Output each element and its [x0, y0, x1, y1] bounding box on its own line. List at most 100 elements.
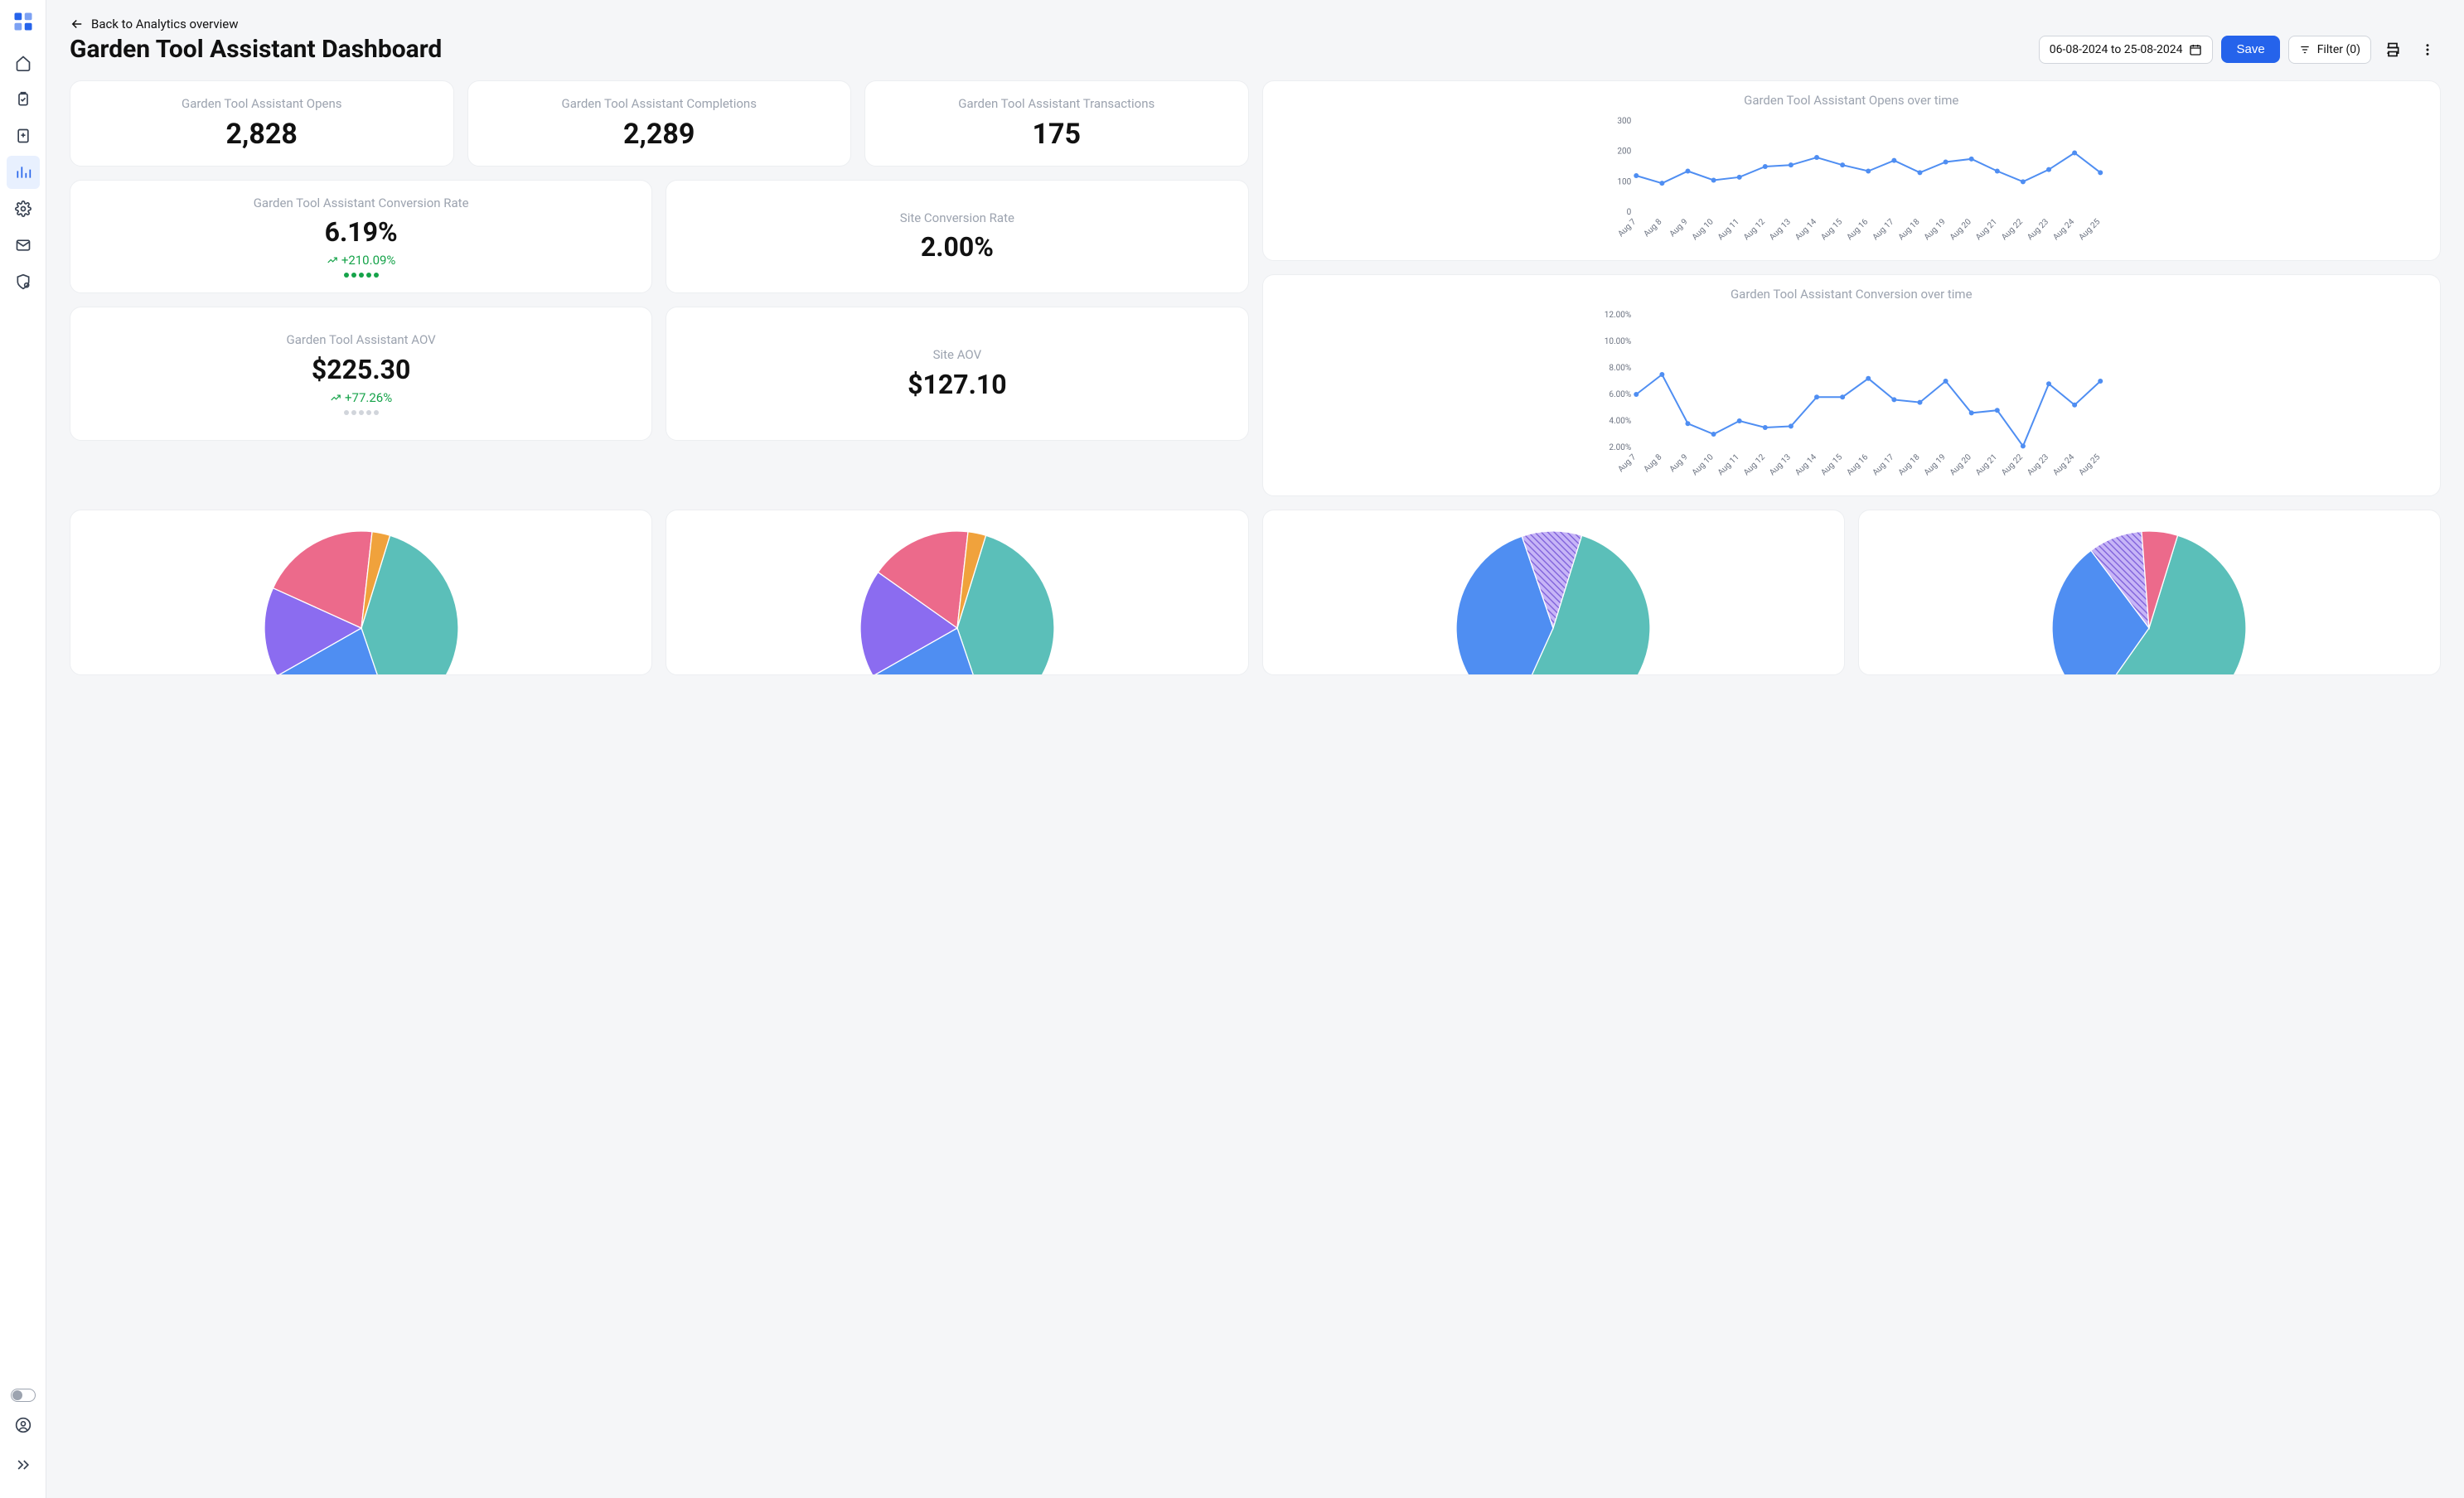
metric-value: 2,828 — [87, 118, 437, 151]
svg-text:Aug 7: Aug 7 — [1616, 217, 1638, 239]
line-chart-svg: 0100200300Aug 7Aug 8Aug 9Aug 10Aug 11Aug… — [1270, 113, 2434, 254]
svg-text:Aug 8: Aug 8 — [1642, 452, 1663, 474]
metric-value: 6.19% — [87, 216, 635, 248]
trend-up-icon — [330, 392, 341, 403]
svg-text:Aug 19: Aug 19 — [1922, 217, 1947, 242]
print-button[interactable] — [2379, 36, 2406, 63]
metric-value: 175 — [882, 118, 1232, 151]
pie-chart-svg — [1445, 520, 1661, 675]
sidebar-item-settings[interactable] — [7, 192, 40, 225]
svg-text:Aug 9: Aug 9 — [1668, 217, 1689, 239]
svg-text:Aug 11: Aug 11 — [1716, 217, 1740, 242]
svg-text:Aug 21: Aug 21 — [1973, 217, 1998, 242]
svg-text:Aug 24: Aug 24 — [2051, 217, 2076, 242]
sidebar-expand[interactable] — [7, 1448, 40, 1481]
svg-text:Aug 18: Aug 18 — [1896, 217, 1921, 242]
confidence-dots — [87, 410, 635, 415]
sidebar-item-clipboard[interactable] — [7, 83, 40, 116]
arrow-left-icon — [70, 17, 85, 31]
metric-opens: Garden Tool Assistant Opens 2,828 — [70, 80, 454, 167]
filter-button[interactable]: Filter (0) — [2288, 36, 2371, 64]
sidebar-item-add-report[interactable] — [7, 119, 40, 152]
metric-site-aov: Site AOV $127.10 — [666, 307, 1248, 441]
line-chart-svg: 2.00%4.00%6.00%8.00%10.00%12.00%Aug 7Aug… — [1270, 307, 2434, 489]
metric-label: Garden Tool Assistant Conversion Rate — [87, 196, 635, 212]
metric-label: Garden Tool Assistant Completions — [485, 96, 835, 113]
svg-text:Aug 22: Aug 22 — [2000, 217, 2025, 242]
svg-text:Aug 17: Aug 17 — [1871, 452, 1895, 477]
filter-icon — [2299, 44, 2311, 56]
main-content: Back to Analytics overview Garden Tool A… — [46, 0, 2464, 1498]
pie-chart-svg — [254, 520, 469, 675]
back-link-text: Back to Analytics overview — [91, 17, 238, 31]
metric-label: Site Conversion Rate — [683, 210, 1231, 227]
save-button[interactable]: Save — [2221, 36, 2279, 63]
calendar-icon — [2189, 43, 2202, 56]
metric-delta: +77.26% — [87, 390, 635, 405]
svg-text:Aug 10: Aug 10 — [1690, 217, 1715, 242]
svg-text:Aug 25: Aug 25 — [2077, 217, 2102, 242]
filter-label: Filter (0) — [2317, 43, 2360, 56]
svg-text:12.00%: 12.00% — [1604, 311, 1630, 320]
svg-text:Aug 11: Aug 11 — [1716, 452, 1740, 477]
sidebar-item-analytics[interactable] — [7, 156, 40, 189]
chart-title: Garden Tool Assistant Opens over time — [1270, 93, 2434, 108]
sidebar-item-account[interactable] — [7, 1409, 40, 1442]
metric-label: Garden Tool Assistant Opens — [87, 96, 437, 113]
back-link[interactable]: Back to Analytics overview — [70, 17, 238, 31]
svg-text:Aug 16: Aug 16 — [1845, 217, 1870, 242]
svg-text:8.00%: 8.00% — [1609, 364, 1631, 373]
metric-delta: +210.09% — [87, 253, 635, 268]
svg-text:10.00%: 10.00% — [1604, 337, 1630, 346]
svg-text:Aug 9: Aug 9 — [1668, 452, 1689, 474]
chart-conversion-over-time: Garden Tool Assistant Conversion over ti… — [1262, 274, 2442, 496]
metric-site-conv-rate: Site Conversion Rate 2.00% — [666, 180, 1248, 294]
metric-label: Garden Tool Assistant AOV — [87, 332, 635, 349]
svg-text:Aug 14: Aug 14 — [1794, 452, 1818, 477]
svg-text:Aug 23: Aug 23 — [2026, 217, 2050, 242]
svg-text:Aug 7: Aug 7 — [1616, 452, 1638, 474]
pie-chart-4 — [1858, 510, 2441, 675]
metric-aov: Garden Tool Assistant AOV $225.30 +77.26… — [70, 307, 652, 441]
sidebar-item-shield[interactable] — [7, 265, 40, 298]
chart-opens-over-time: Garden Tool Assistant Opens over time 01… — [1262, 80, 2442, 261]
metric-value: $225.30 — [87, 354, 635, 385]
svg-text:Aug 8: Aug 8 — [1642, 217, 1663, 239]
metric-label: Garden Tool Assistant Transactions — [882, 96, 1232, 113]
metric-value: 2.00% — [683, 231, 1231, 263]
svg-text:300: 300 — [1617, 117, 1631, 126]
metric-transactions: Garden Tool Assistant Transactions 175 — [864, 80, 1249, 167]
svg-text:Aug 14: Aug 14 — [1794, 217, 1818, 242]
sidebar-item-home[interactable] — [7, 46, 40, 80]
svg-text:Aug 13: Aug 13 — [1768, 452, 1793, 477]
pie-chart-1 — [70, 510, 652, 675]
sidebar — [0, 0, 46, 1498]
svg-text:Aug 16: Aug 16 — [1845, 452, 1870, 477]
svg-text:Aug 10: Aug 10 — [1690, 452, 1715, 477]
svg-text:Aug 21: Aug 21 — [1973, 452, 1998, 477]
svg-text:Aug 20: Aug 20 — [1948, 452, 1973, 477]
svg-text:Aug 13: Aug 13 — [1768, 217, 1793, 242]
pie-chart-3 — [1262, 510, 1845, 675]
svg-text:Aug 18: Aug 18 — [1896, 452, 1921, 477]
svg-text:200: 200 — [1617, 147, 1631, 157]
metric-conv-rate: Garden Tool Assistant Conversion Rate 6.… — [70, 180, 652, 294]
header-actions: 06-08-2024 to 25-08-2024 Save Filter (0) — [2039, 36, 2441, 64]
pie-chart-svg — [850, 520, 1065, 675]
print-icon — [2384, 41, 2401, 58]
svg-text:Aug 15: Aug 15 — [1819, 452, 1844, 477]
metric-value: 2,289 — [485, 118, 835, 151]
pie-chart-2 — [666, 510, 1248, 675]
date-range-picker[interactable]: 06-08-2024 to 25-08-2024 — [2039, 36, 2214, 64]
metric-completions: Garden Tool Assistant Completions 2,289 — [467, 80, 852, 167]
svg-text:Aug 19: Aug 19 — [1922, 452, 1947, 477]
sidebar-item-mail[interactable] — [7, 229, 40, 262]
more-menu-button[interactable] — [2414, 36, 2441, 63]
app-logo[interactable] — [12, 10, 35, 33]
svg-text:6.00%: 6.00% — [1609, 390, 1631, 399]
confidence-dots — [87, 273, 635, 278]
svg-text:Aug 22: Aug 22 — [2000, 452, 2025, 477]
theme-toggle[interactable] — [11, 1389, 36, 1402]
svg-text:4.00%: 4.00% — [1609, 417, 1631, 426]
svg-text:Aug 12: Aug 12 — [1741, 452, 1766, 477]
